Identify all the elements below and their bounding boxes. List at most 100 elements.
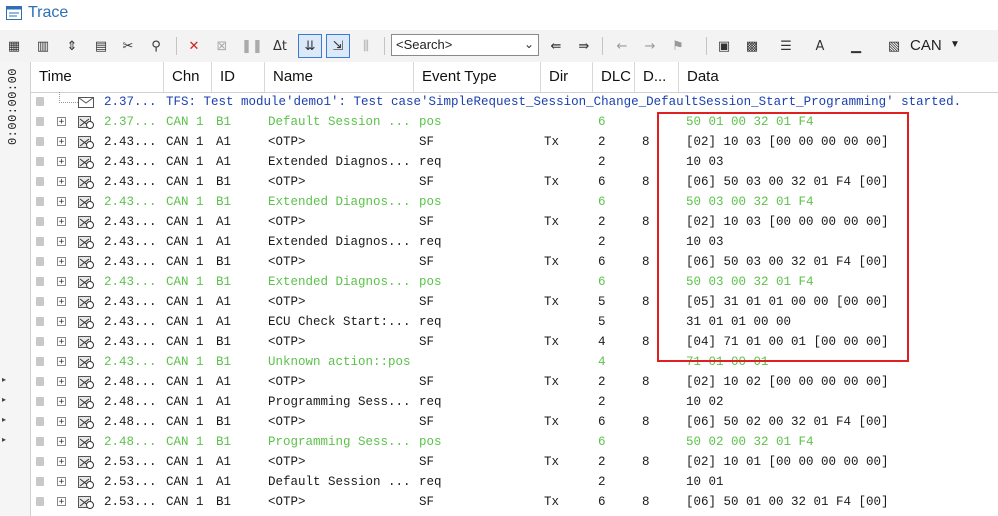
- sidebar-time-label: 0:00:00:00: [6, 68, 20, 146]
- cell-time: 2.53...: [104, 455, 157, 469]
- cell-dir: [544, 432, 590, 452]
- table-row[interactable]: 2.37... TFS: Test module'demo1': Test cas…: [31, 92, 998, 112]
- bar-chart-icon[interactable]: ▥: [33, 36, 53, 56]
- column-d[interactable]: D...: [635, 62, 679, 92]
- delta-time-button[interactable]: Δt: [270, 36, 290, 56]
- table-row[interactable]: +2.43... CAN 1 B1 <OTP> SF Tx 6 8 [06] 50 03 00 …: [31, 252, 998, 272]
- expand-icon[interactable]: +: [57, 237, 66, 247]
- can-label[interactable]: CAN: [910, 37, 942, 54]
- table-row[interactable]: +2.43... CAN 1 A1 <OTP> SF Tx 2 8 [02] 10 03 [00…: [31, 132, 998, 152]
- marker-icon[interactable]: ⚑: [668, 36, 688, 56]
- scroll-down-icon[interactable]: ⇊: [298, 34, 322, 58]
- expand-icon[interactable]: +: [57, 257, 66, 267]
- column-event-type[interactable]: Event Type: [414, 62, 541, 92]
- table-row[interactable]: +2.43... CAN 1 B1 <OTP> SF Tx 4 8 [04] 71 01 00 …: [31, 332, 998, 352]
- expand-icon[interactable]: +: [57, 197, 66, 207]
- font-size-icon[interactable]: A: [810, 36, 830, 56]
- expand-icon[interactable]: +: [57, 457, 66, 467]
- expand-icon[interactable]: +: [57, 357, 66, 367]
- table-row[interactable]: +2.53... CAN 1 B1 <OTP> SF Tx 6 8 [06] 50 01 00 …: [31, 492, 998, 512]
- delete-icon[interactable]: ⊠: [212, 36, 232, 56]
- columns-icon[interactable]: ⫼: [356, 36, 376, 56]
- line-style-icon[interactable]: ☰: [776, 36, 796, 56]
- column-dir[interactable]: Dir: [541, 62, 593, 92]
- export-icon[interactable]: ▣: [714, 36, 734, 56]
- trace-config-icon[interactable]: ▦: [4, 36, 24, 56]
- cell-dir: Tx: [544, 215, 560, 229]
- column-data[interactable]: Data: [679, 62, 998, 92]
- cell-id: B1: [216, 335, 232, 349]
- table-row[interactable]: +2.37... CAN 1 B1 Default Session ... pos 6 50…: [31, 112, 998, 132]
- expand-icon[interactable]: +: [57, 337, 66, 347]
- expand-icon[interactable]: +: [57, 177, 66, 187]
- search-input[interactable]: <Search> ⌄: [391, 34, 539, 56]
- chevron-down-icon[interactable]: ⌄: [524, 37, 534, 51]
- autoscroll-icon[interactable]: ⇲: [326, 34, 350, 58]
- expand-icon[interactable]: +: [57, 297, 66, 307]
- table-row[interactable]: +2.43... CAN 1 A1 <OTP> SF Tx 5 8 [05] 31 01 01 …: [31, 292, 998, 312]
- cell-d: [642, 272, 672, 292]
- settings-dropdown-icon[interactable]: ▩: [742, 36, 762, 56]
- scissors-icon[interactable]: ✂: [118, 36, 138, 56]
- expand-icon[interactable]: +: [57, 217, 66, 227]
- table-row[interactable]: +2.43... CAN 1 B1 <OTP> SF Tx 6 8 [06] 50 03 00 …: [31, 172, 998, 192]
- table-row[interactable]: +2.43... CAN 1 A1 <OTP> SF Tx 2 8 [02] 10 03 [00…: [31, 212, 998, 232]
- table-row[interactable]: +2.48... CAN 1 A1 Programming Sess... req 2 10…: [31, 392, 998, 412]
- can-chevron-down-icon[interactable]: ▼: [950, 39, 960, 50]
- cell-chn: CAN 1: [166, 355, 204, 369]
- expand-icon[interactable]: +: [57, 277, 66, 287]
- row-marker-icon: [36, 377, 44, 386]
- cell-data: 50 03 00 32 01 F4: [686, 275, 814, 289]
- table-row[interactable]: +2.43... CAN 1 A1 Extended Diagnos... req 2 10…: [31, 152, 998, 172]
- table-row[interactable]: +2.53... CAN 1 A1 <OTP> SF Tx 2 8 [02] 10 01 [00…: [31, 452, 998, 472]
- row-marker-icon: [36, 397, 44, 406]
- window-titlebar: Trace: [0, 0, 998, 28]
- filter-icon[interactable]: ▤: [91, 36, 111, 56]
- binoculars-icon[interactable]: ⚲: [146, 36, 166, 56]
- arrow-right-icon[interactable]: →: [640, 36, 660, 56]
- table-row[interactable]: +2.43... CAN 1 A1 Extended Diagnos... req 2 10…: [31, 232, 998, 252]
- expand-icon[interactable]: +: [57, 377, 66, 387]
- table-row[interactable]: +2.48... CAN 1 B1 <OTP> SF Tx 6 8 [06] 50 02 00 …: [31, 412, 998, 432]
- clear-icon[interactable]: ✕: [184, 36, 204, 56]
- expand-icon[interactable]: +: [57, 317, 66, 327]
- overwrite-icon[interactable]: ⇕: [62, 36, 82, 56]
- table-row[interactable]: +2.48... CAN 1 A1 <OTP> SF Tx 2 8 [02] 10 02 [00…: [31, 372, 998, 392]
- pause-icon[interactable]: ❚❚: [241, 36, 263, 56]
- cell-name: <OTP>: [268, 335, 306, 349]
- find-previous-icon[interactable]: ⇚: [546, 36, 566, 56]
- cell-chn: CAN 1: [166, 335, 204, 349]
- column-dlc[interactable]: DLC: [593, 62, 635, 92]
- table-row[interactable]: +2.53... CAN 1 A1 Default Session ... req 2 10…: [31, 472, 998, 492]
- column-id[interactable]: ID: [212, 62, 265, 92]
- row-marker-icon: [36, 197, 44, 206]
- cell-time: 2.43...: [104, 295, 157, 309]
- cell-dir: Tx: [544, 175, 560, 189]
- column-time[interactable]: Time: [31, 62, 164, 92]
- expand-icon[interactable]: +: [57, 437, 66, 447]
- cell-chn: CAN 1: [166, 215, 204, 229]
- expand-icon[interactable]: +: [57, 477, 66, 487]
- cell-name: <OTP>: [268, 255, 306, 269]
- expand-icon[interactable]: +: [57, 397, 66, 407]
- expand-icon[interactable]: +: [57, 117, 66, 127]
- cell-dir: Tx: [544, 455, 560, 469]
- expand-icon[interactable]: +: [57, 137, 66, 147]
- cell-d: 8: [642, 415, 650, 429]
- expand-icon[interactable]: +: [57, 497, 66, 507]
- find-next-icon[interactable]: ⇛: [574, 36, 594, 56]
- column-chn[interactable]: Chn: [164, 62, 212, 92]
- table-row[interactable]: +2.43... CAN 1 B1 Unknown action::pos 4 71 01…: [31, 352, 998, 372]
- can-filter-icon[interactable]: ▧: [884, 36, 904, 56]
- arrow-left-icon[interactable]: ←: [612, 36, 632, 56]
- cell-dir: Tx: [544, 255, 560, 269]
- table-row[interactable]: +2.43... CAN 1 B1 Extended Diagnos... pos 6 50…: [31, 192, 998, 212]
- cell-name: Extended Diagnos...: [268, 155, 411, 169]
- expand-icon[interactable]: +: [57, 417, 66, 427]
- expand-icon[interactable]: +: [57, 157, 66, 167]
- table-row[interactable]: +2.43... CAN 1 A1 ECU Check Start:... req 5 31…: [31, 312, 998, 332]
- column-name[interactable]: Name: [265, 62, 414, 92]
- highlight-color-icon[interactable]: ▁: [846, 36, 866, 56]
- table-row[interactable]: +2.43... CAN 1 B1 Extended Diagnos... pos 6 50…: [31, 272, 998, 292]
- table-row[interactable]: +2.48... CAN 1 B1 Programming Sess... pos 6 50…: [31, 432, 998, 452]
